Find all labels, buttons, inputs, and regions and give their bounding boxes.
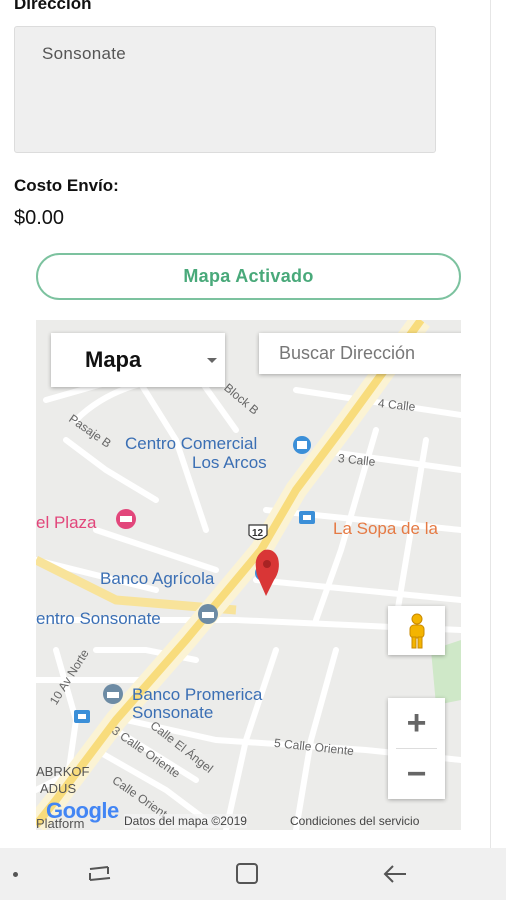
- map-type-label: Mapa: [85, 347, 142, 372]
- terms-of-service-link[interactable]: Condiciones del servicio: [290, 814, 419, 828]
- android-navigation-bar: [0, 848, 506, 900]
- home-icon[interactable]: [233, 862, 261, 886]
- map-label-el-plaza[interactable]: el Plaza: [36, 513, 96, 533]
- map-label-banco-promerica[interactable]: Banco Promerica: [132, 685, 262, 704]
- zoom-in-button[interactable]: +: [388, 698, 445, 748]
- nav-indicator-dot: [13, 872, 18, 877]
- back-icon[interactable]: [382, 862, 410, 886]
- map-label-abrkof: ABRKOF: [36, 764, 90, 779]
- map-label-banco-agricola[interactable]: Banco Agrícola: [100, 569, 214, 588]
- pegman-icon: [409, 613, 424, 648]
- costo-envio-value: $0.00: [14, 207, 65, 229]
- zoom-out-button[interactable]: −: [388, 749, 445, 799]
- content-edge-line: [490, 0, 491, 848]
- map-type-selector[interactable]: Mapa: [51, 333, 225, 387]
- map-label-la-sopa[interactable]: La Sopa de la: [333, 519, 438, 539]
- map-view[interactable]: Mapa Centro Comercial Los Arcos el Plaza…: [36, 320, 461, 830]
- google-logo[interactable]: Google: [46, 798, 119, 824]
- address-search-input[interactable]: [259, 333, 461, 374]
- costo-envio-label: Costo Envío:: [14, 176, 119, 195]
- map-label-promerica-sonsonate[interactable]: Sonsonate: [132, 703, 213, 722]
- mapa-activado-button[interactable]: Mapa Activado: [36, 253, 461, 300]
- chevron-down-icon: [207, 358, 217, 363]
- map-label-los-arcos[interactable]: Los Arcos: [192, 453, 267, 472]
- map-label-centro-comercial[interactable]: Centro Comercial: [125, 434, 257, 453]
- street-view-pegman-button[interactable]: [388, 606, 445, 655]
- google-logo-text: Google: [46, 798, 119, 823]
- direccion-textarea[interactable]: Sonsonate: [14, 26, 436, 153]
- map-label-adus: ADUS: [40, 781, 77, 796]
- map-label-centro-sonsonate[interactable]: entro Sonsonate: [36, 609, 161, 628]
- direccion-value: Sonsonate: [42, 44, 126, 63]
- route-12-label: 12: [252, 528, 264, 539]
- map-attribution[interactable]: Datos del mapa ©2019: [124, 814, 247, 828]
- recents-icon[interactable]: [86, 862, 114, 886]
- zoom-controls: + −: [388, 698, 445, 799]
- direccion-label: Direccion: [14, 0, 92, 13]
